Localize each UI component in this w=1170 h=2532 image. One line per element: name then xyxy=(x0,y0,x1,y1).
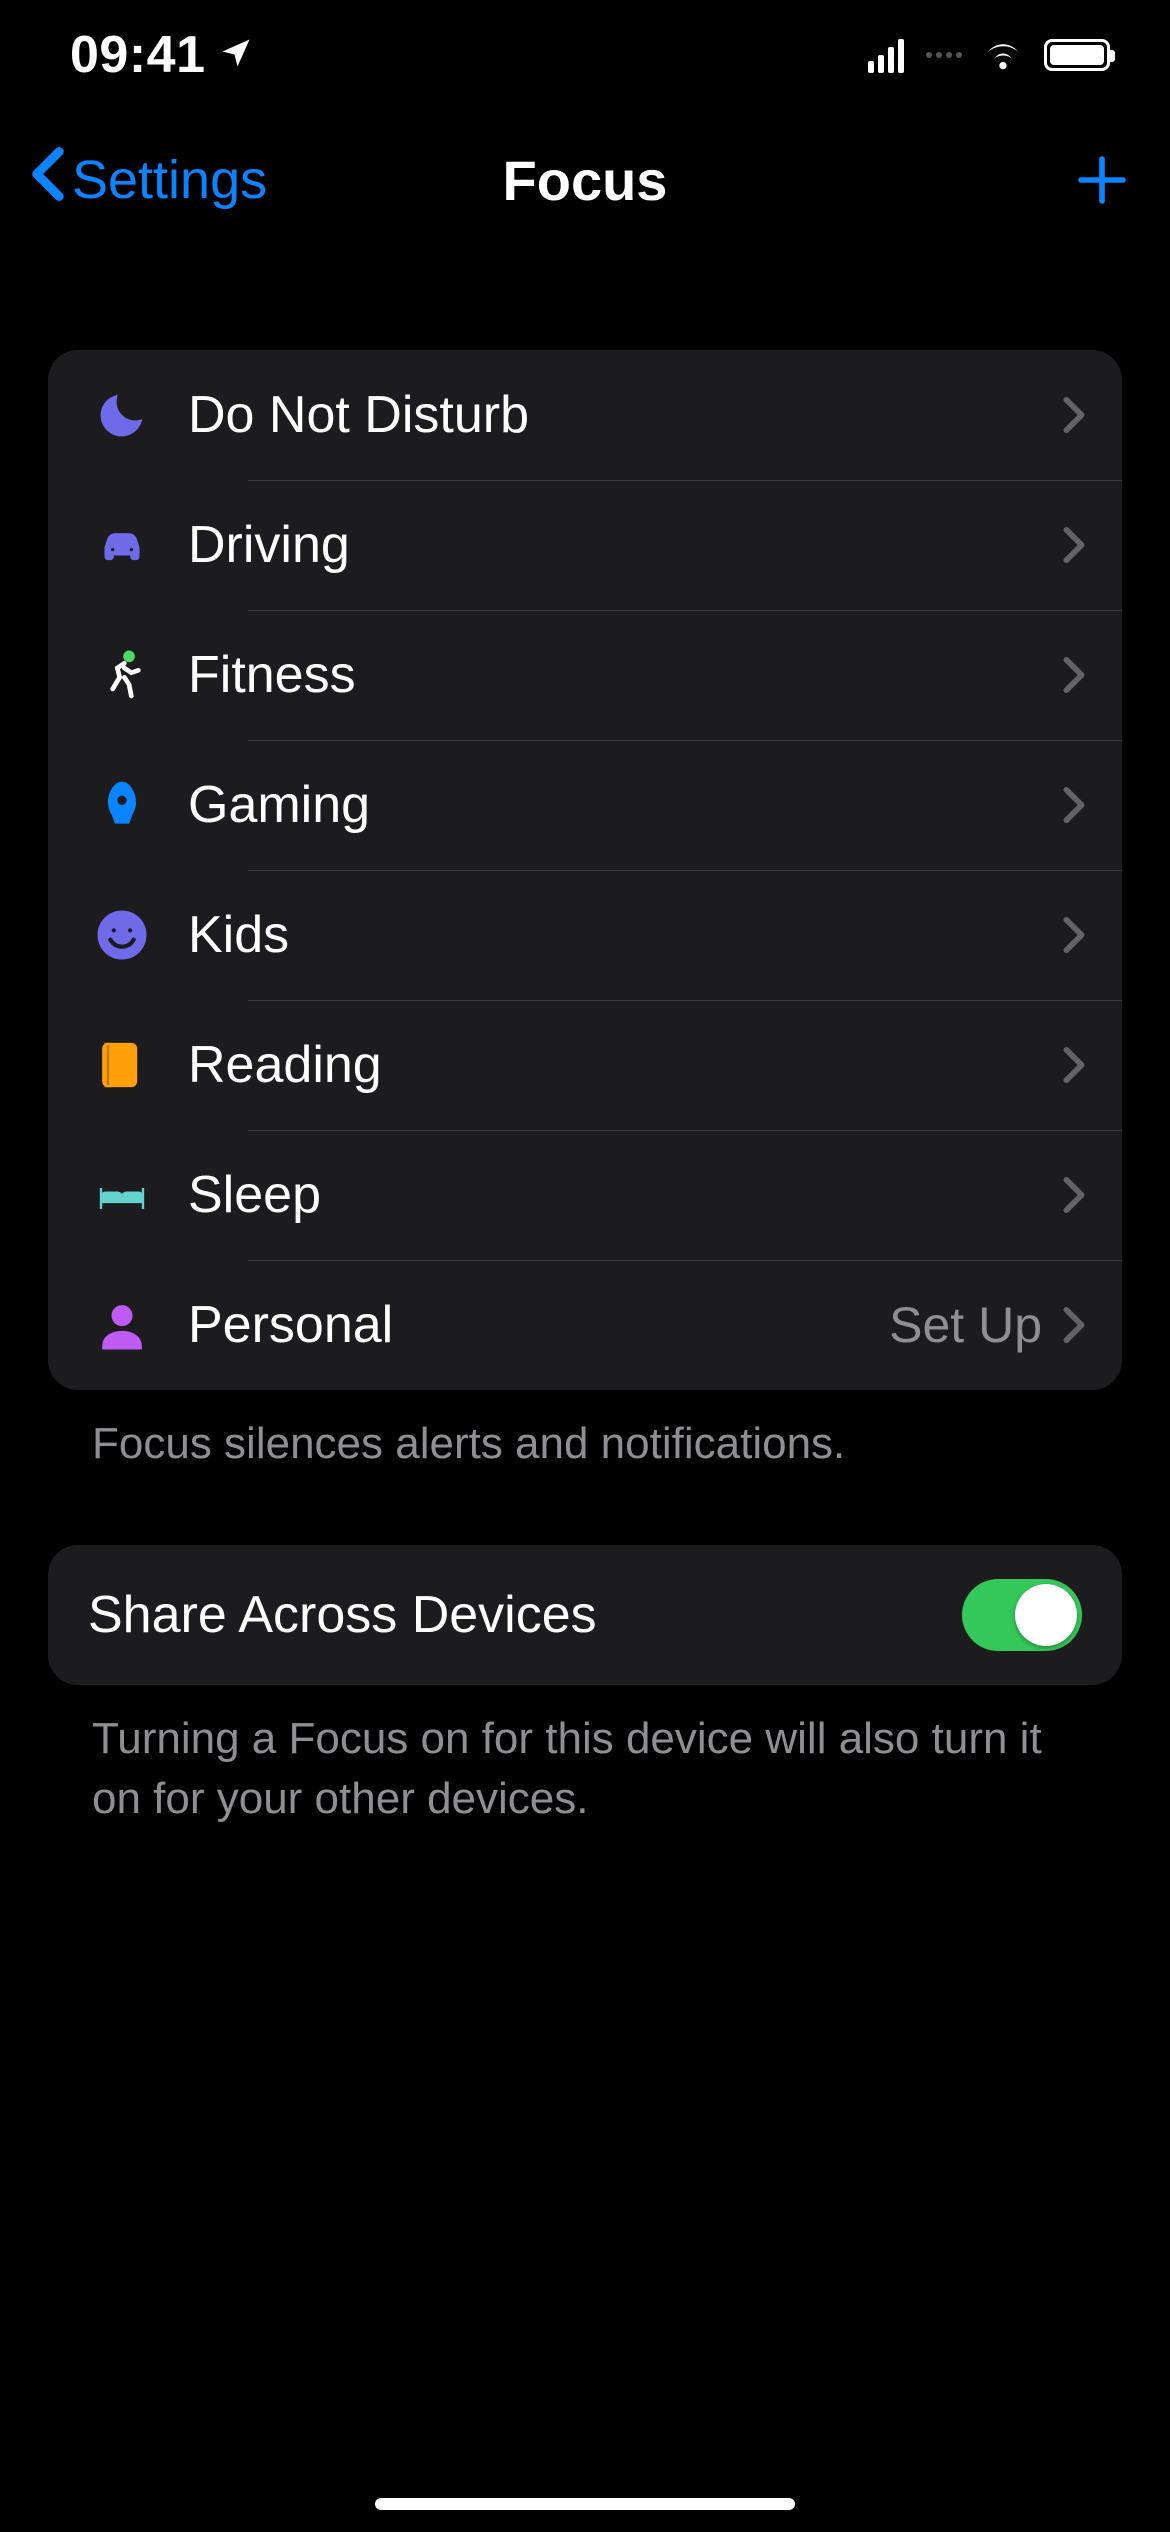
nav-bar: Settings Focus xyxy=(0,110,1170,250)
running-icon xyxy=(78,647,166,703)
chevron-right-icon xyxy=(1062,526,1086,564)
book-icon xyxy=(78,1037,166,1093)
bed-icon xyxy=(78,1167,166,1223)
chevron-right-icon xyxy=(1062,916,1086,954)
status-time: 09:41 xyxy=(70,25,206,85)
focus-row-gaming[interactable]: Gaming xyxy=(48,740,1122,870)
chevron-right-icon xyxy=(1062,1046,1086,1084)
focus-row-label: Driving xyxy=(188,515,1062,575)
focus-row-label: Do Not Disturb xyxy=(188,385,1062,445)
focus-row-dnd[interactable]: Do Not Disturb xyxy=(48,350,1122,480)
share-footer-note: Turning a Focus on for this device will … xyxy=(48,1685,1122,1828)
home-indicator[interactable] xyxy=(375,2498,795,2510)
focus-row-detail: Set Up xyxy=(889,1296,1042,1354)
chevron-right-icon xyxy=(1062,656,1086,694)
focus-row-label: Kids xyxy=(188,905,1062,965)
focus-row-personal[interactable]: PersonalSet Up xyxy=(48,1260,1122,1390)
share-toggle[interactable] xyxy=(962,1579,1082,1651)
focus-row-label: Sleep xyxy=(188,1165,1062,1225)
focus-modes-group: Do Not Disturb Driving Fitness Gaming Kids Re… xyxy=(48,350,1122,1390)
rocket-icon xyxy=(78,777,166,833)
cellular-icon xyxy=(868,37,904,73)
focus-row-label: Personal xyxy=(188,1295,889,1355)
chevron-left-icon xyxy=(30,146,66,215)
back-label: Settings xyxy=(72,149,267,211)
chevron-right-icon xyxy=(1062,396,1086,434)
share-group: Share Across Devices xyxy=(48,1545,1122,1685)
focus-row-driving[interactable]: Driving xyxy=(48,480,1122,610)
location-icon xyxy=(218,35,254,76)
status-left: 09:41 xyxy=(70,25,254,85)
add-button[interactable] xyxy=(1074,110,1130,250)
focus-row-fitness[interactable]: Fitness xyxy=(48,610,1122,740)
battery-icon xyxy=(1044,39,1110,71)
share-label: Share Across Devices xyxy=(88,1585,597,1645)
moon-icon xyxy=(78,387,166,443)
back-button[interactable]: Settings xyxy=(20,110,277,250)
focus-row-label: Gaming xyxy=(188,775,1062,835)
cellular-secondary-icon xyxy=(926,52,962,58)
focus-row-label: Reading xyxy=(188,1035,1062,1095)
status-right xyxy=(868,35,1110,76)
focus-row-reading[interactable]: Reading xyxy=(48,1000,1122,1130)
wifi-icon xyxy=(980,35,1026,76)
smiley-icon xyxy=(78,907,166,963)
chevron-right-icon xyxy=(1062,1176,1086,1214)
car-icon xyxy=(78,517,166,573)
share-across-devices-row[interactable]: Share Across Devices xyxy=(48,1545,1122,1685)
switch-knob xyxy=(1015,1584,1077,1646)
chevron-right-icon xyxy=(1062,1306,1086,1344)
page-title: Focus xyxy=(503,148,668,213)
focus-row-sleep[interactable]: Sleep xyxy=(48,1130,1122,1260)
chevron-right-icon xyxy=(1062,786,1086,824)
focus-row-label: Fitness xyxy=(188,645,1062,705)
person-icon xyxy=(78,1297,166,1353)
focus-footer-note: Focus silences alerts and notifications. xyxy=(48,1390,1122,1473)
focus-row-kids[interactable]: Kids xyxy=(48,870,1122,1000)
status-bar: 09:41 xyxy=(0,0,1170,110)
content: Do Not Disturb Driving Fitness Gaming Kids Re… xyxy=(0,250,1170,1828)
